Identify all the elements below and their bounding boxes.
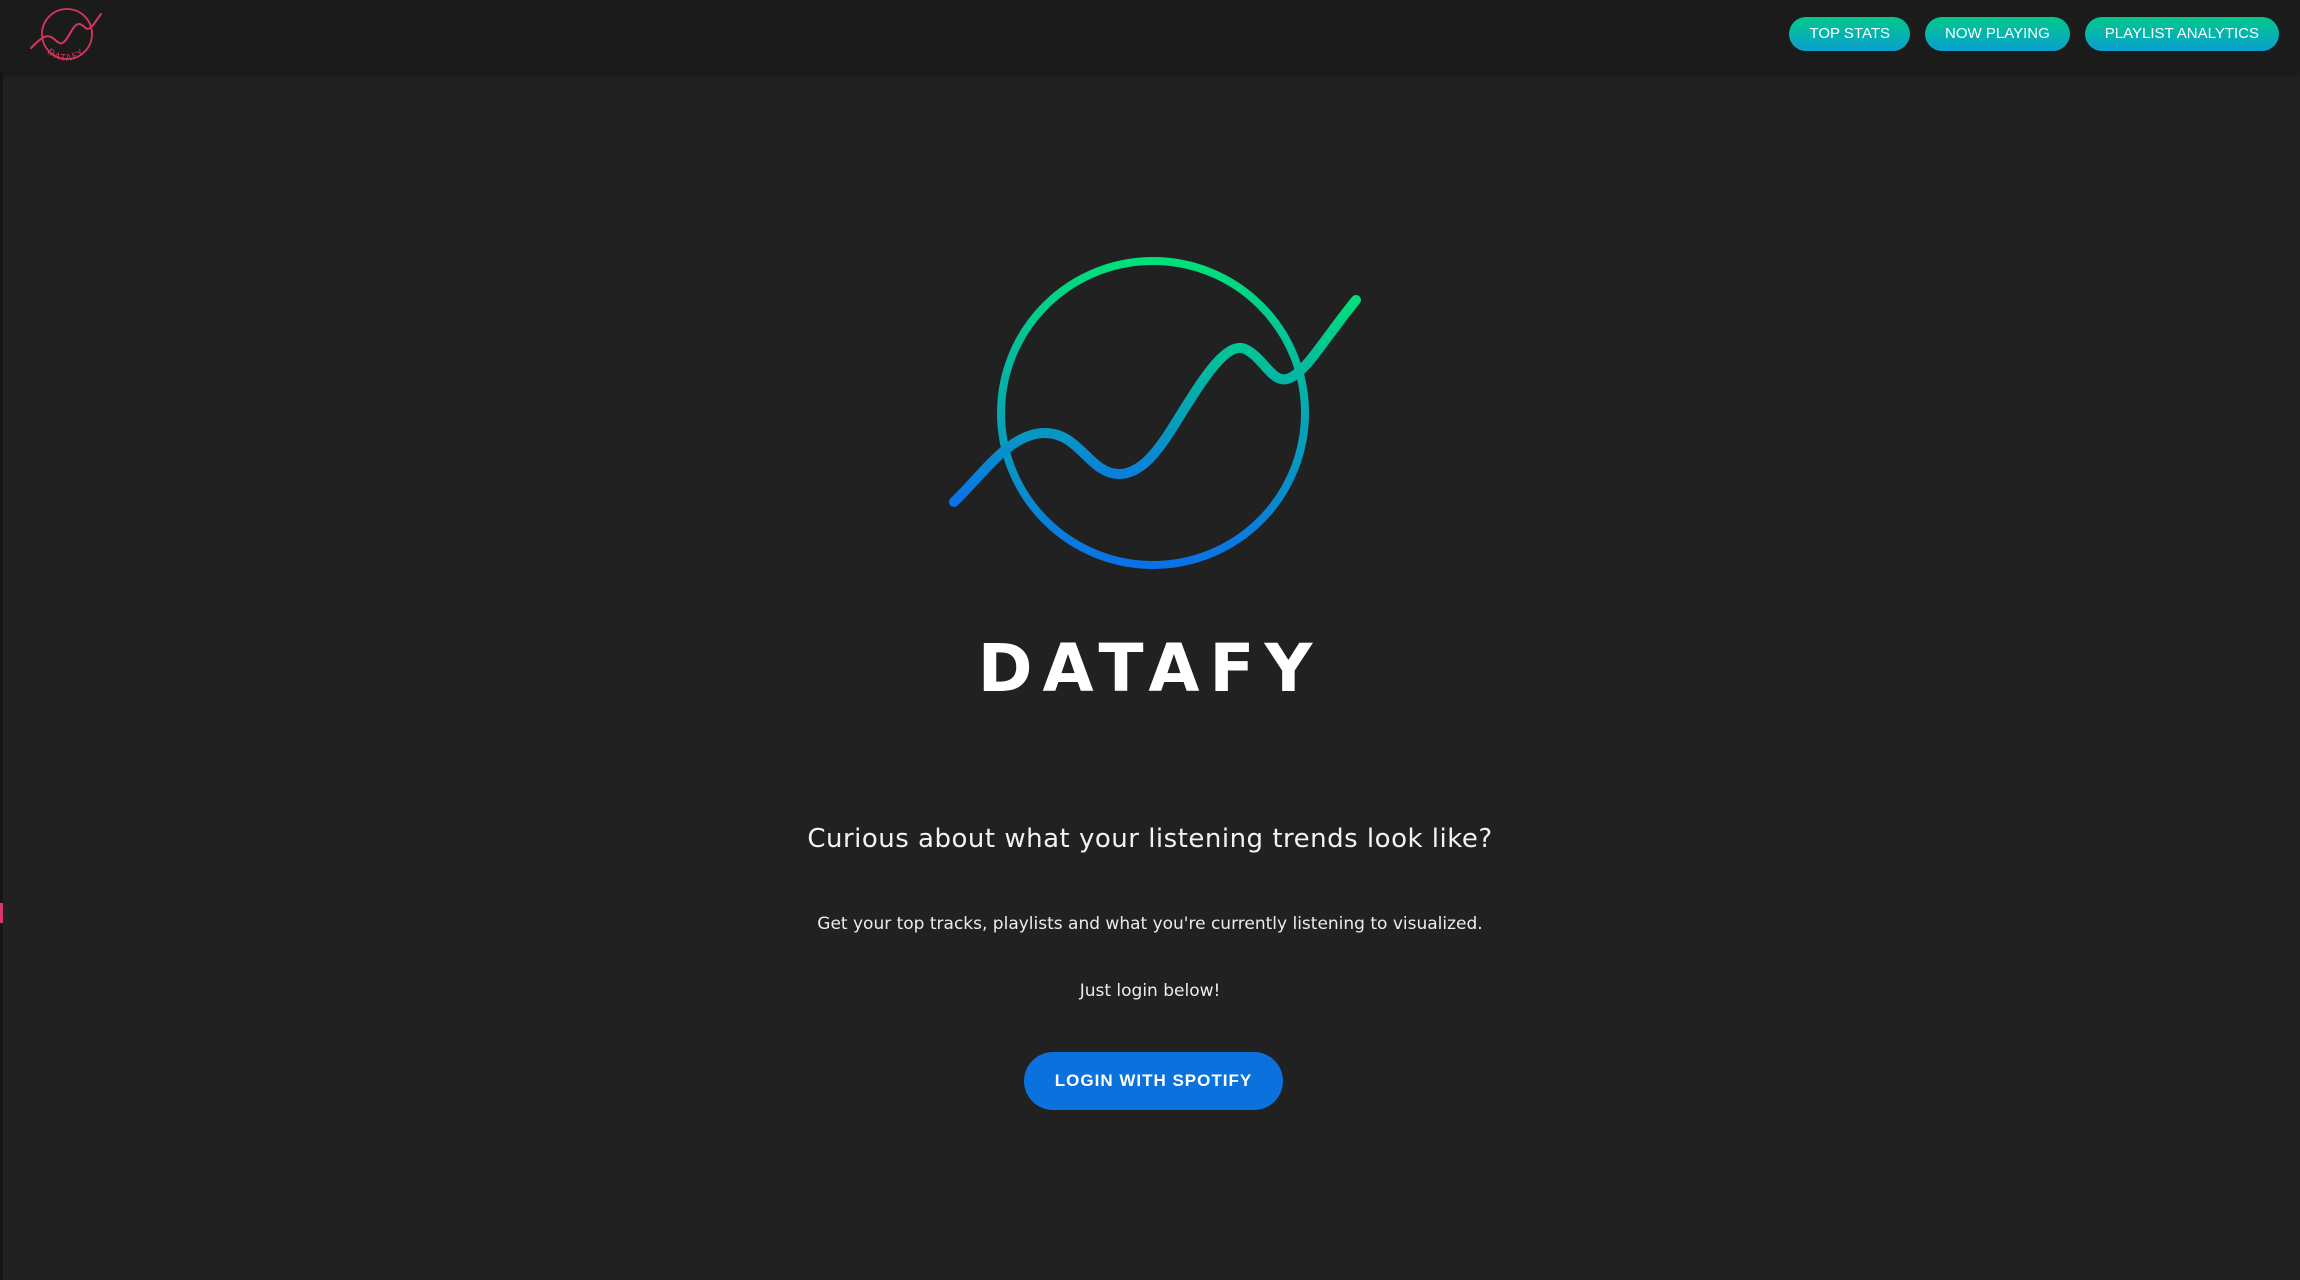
hero-tagline: Curious about what your listening trends… xyxy=(807,824,1493,854)
top-navigation-bar: DATAFY TOP STATS NOW PLAYING PLAYLIST AN… xyxy=(0,0,2300,73)
login-with-spotify-button[interactable]: LOGIN WITH SPOTIFY xyxy=(1024,1052,1283,1110)
logo-text: DATAFY xyxy=(45,47,86,64)
svg-text:DATAFY: DATAFY xyxy=(45,47,87,64)
nav-top-stats-button[interactable]: TOP STATS xyxy=(1789,17,1911,51)
page: DATAFY TOP STATS NOW PLAYING PLAYLIST AN… xyxy=(0,0,2300,1280)
datafy-wave-circle-icon xyxy=(949,257,1361,569)
nav-playlist-analytics-button[interactable]: PLAYLIST ANALYTICS xyxy=(2084,17,2279,51)
hero-title: DATAFY xyxy=(977,630,1323,707)
main-nav: TOP STATS NOW PLAYING PLAYLIST ANALYTICS xyxy=(1789,17,2279,51)
datafy-logo-icon[interactable]: DATAFY xyxy=(27,4,107,70)
nav-now-playing-button[interactable]: NOW PLAYING xyxy=(1925,17,2070,51)
hero-description: Get your top tracks, playlists and what … xyxy=(817,914,1483,934)
login-hint: Just login below! xyxy=(1079,981,1221,1001)
